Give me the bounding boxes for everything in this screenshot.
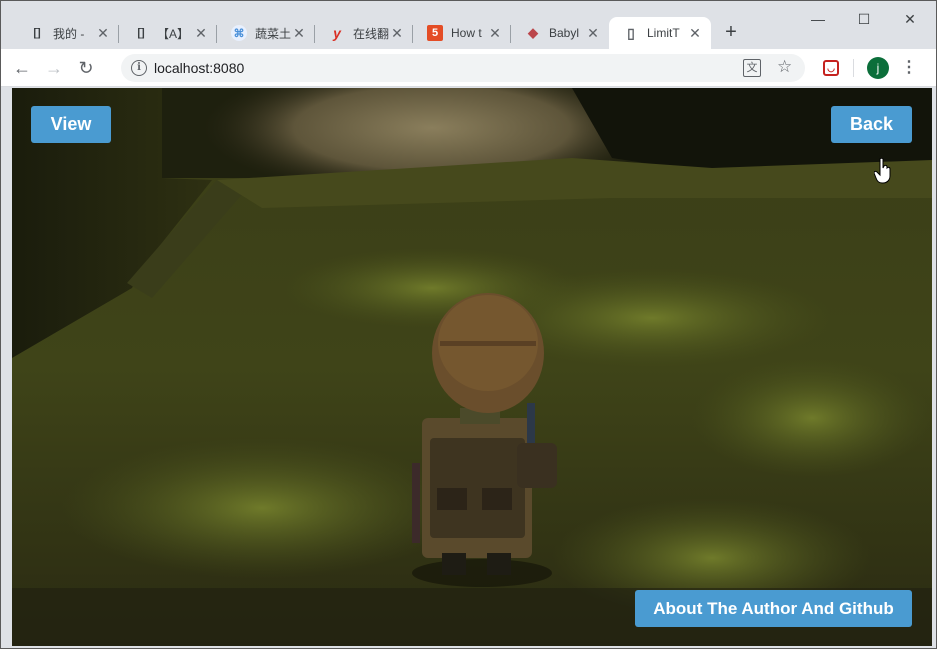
forward-arrow-icon[interactable]: → xyxy=(41,55,67,81)
hand-cursor-icon xyxy=(874,158,891,184)
game-canvas[interactable]: View Back About The Author And Github xyxy=(12,88,932,646)
browser-window: [] 我的 - ✕ [] 【A】 ✕ ⌘ 蔬菜土 ✕ y 在线翻 ✕ 5 How… xyxy=(0,0,937,649)
close-tab-icon[interactable]: ✕ xyxy=(95,25,111,41)
minimize-button[interactable]: — xyxy=(795,7,841,31)
tab-title: Babyl xyxy=(549,26,580,40)
tab-1[interactable]: [] 我的 - ✕ xyxy=(15,17,119,49)
tab-title: How t xyxy=(451,26,482,40)
tab-title: 在线翻 xyxy=(353,26,389,41)
y-logo-icon: y xyxy=(333,25,341,41)
tab-title: 【A】 xyxy=(157,26,190,41)
close-tab-icon[interactable]: ✕ xyxy=(687,25,703,41)
close-tab-icon[interactable]: ✕ xyxy=(585,25,601,41)
kebab-menu-icon[interactable]: ⋮ xyxy=(899,57,919,79)
tab-3[interactable]: ⌘ 蔬菜土 ✕ xyxy=(217,17,315,49)
close-tab-icon[interactable]: ✕ xyxy=(389,25,405,41)
tab-strip: [] 我的 - ✕ [] 【A】 ✕ ⌘ 蔬菜土 ✕ y 在线翻 ✕ 5 How… xyxy=(1,1,936,49)
html5-icon: 5 xyxy=(427,25,443,41)
tab-title: 蔬菜土 xyxy=(255,26,291,41)
close-tab-icon[interactable]: ✕ xyxy=(291,25,307,41)
tab-title: 我的 - xyxy=(53,26,85,41)
info-icon[interactable]: i xyxy=(131,60,147,76)
close-tab-icon[interactable]: ✕ xyxy=(487,25,503,41)
address-bar[interactable]: i localhost:8080 文 ☆ xyxy=(121,54,805,82)
maximize-button[interactable]: ☐ xyxy=(841,7,887,31)
tab-2[interactable]: [] 【A】 ✕ xyxy=(119,17,217,49)
reload-icon[interactable]: ↻ xyxy=(73,55,99,81)
tab-4[interactable]: y 在线翻 ✕ xyxy=(315,17,413,49)
about-author-github-button[interactable]: About The Author And Github xyxy=(635,590,912,627)
url-text[interactable]: localhost:8080 xyxy=(154,60,244,76)
back-button[interactable]: Back xyxy=(831,106,912,143)
toolbar-separator xyxy=(853,59,854,77)
leaf-icon: ⌘ xyxy=(231,25,247,41)
page-icon: ▯ xyxy=(627,24,635,41)
avatar[interactable]: j xyxy=(867,57,889,79)
bookmark-star-icon[interactable]: ☆ xyxy=(777,57,792,77)
back-arrow-icon[interactable]: ← xyxy=(9,55,35,81)
tab-title: LimitT xyxy=(647,26,680,40)
browser-toolbar: ← → ↻ i localhost:8080 文 ☆ ◡ j ⋮ xyxy=(1,49,936,87)
babylon-icon: ◆ xyxy=(528,25,538,40)
extension-icon[interactable]: ◡ xyxy=(823,60,839,76)
new-tab-button[interactable]: + xyxy=(719,21,743,45)
tab-5[interactable]: 5 How t ✕ xyxy=(413,17,511,49)
forest-scene xyxy=(12,88,932,646)
brackets-icon: [] xyxy=(137,27,145,39)
close-window-button[interactable]: ✕ xyxy=(887,7,933,31)
translate-icon[interactable]: 文 xyxy=(743,59,761,77)
close-tab-icon[interactable]: ✕ xyxy=(193,25,209,41)
view-button[interactable]: View xyxy=(31,106,111,143)
tab-7-active[interactable]: ▯ LimitT ✕ xyxy=(609,17,711,49)
brackets-icon: [] xyxy=(33,27,41,39)
tab-6[interactable]: ◆ Babyl ✕ xyxy=(511,17,609,49)
